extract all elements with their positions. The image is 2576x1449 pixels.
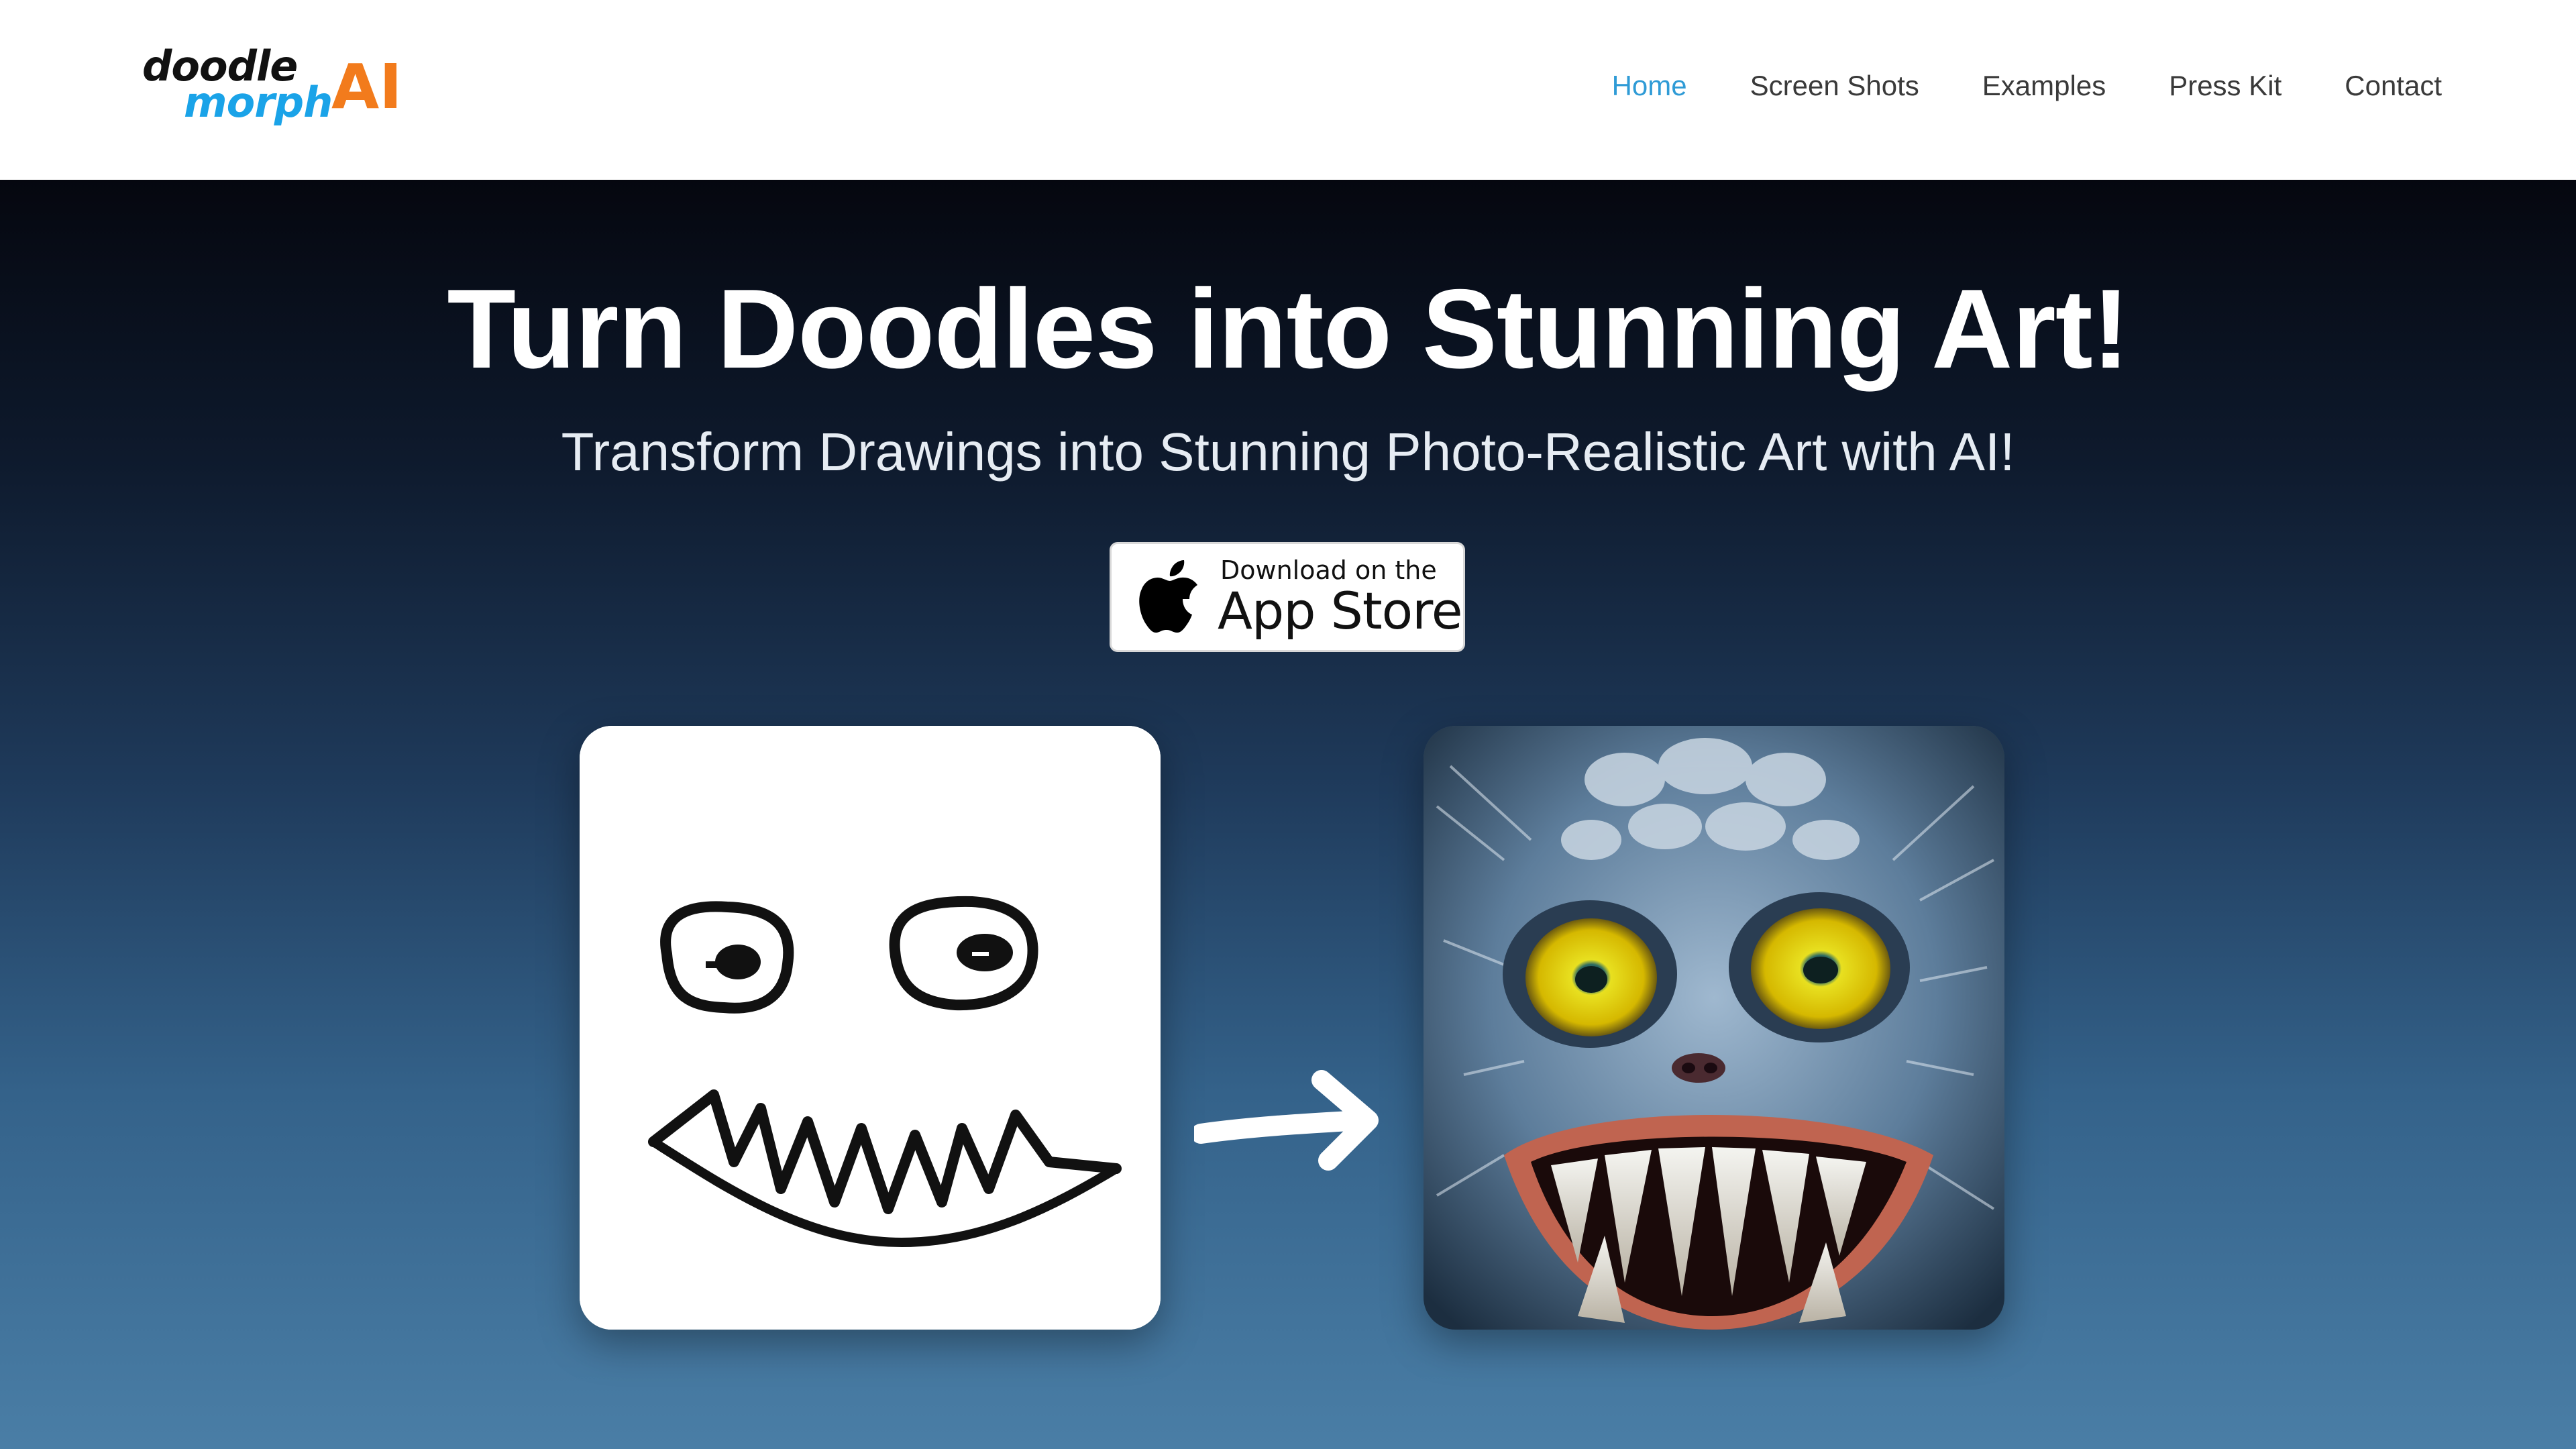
site-header: doodle morph AI Home Screen Shots Exampl…: [0, 0, 2576, 180]
appstore-big-text: App Store: [1218, 581, 1463, 641]
nav-press-kit[interactable]: Press Kit: [2169, 67, 2282, 105]
doodle-drawing-image: [580, 726, 1161, 1330]
nav-examples[interactable]: Examples: [1982, 67, 2106, 105]
hero-title: Turn Doodles into Stunning Art!: [447, 266, 2129, 392]
apple-icon: [1139, 560, 1197, 633]
page: doodle morph AI Home Screen Shots Exampl…: [0, 0, 2576, 1449]
hero-subtitle: Transform Drawings into Stunning Photo-R…: [561, 422, 2015, 482]
nav-screen-shots[interactable]: Screen Shots: [1750, 67, 1919, 105]
doodle-image-card: [580, 726, 1161, 1330]
app-store-button[interactable]: Download on the App Store: [1110, 542, 1465, 652]
doodlemorph-logo[interactable]: doodle morph AI: [142, 46, 402, 146]
monster-art-image-card: [1424, 726, 2004, 1330]
arrow-right-icon: [1194, 1070, 1379, 1171]
nav-contact[interactable]: Contact: [2345, 67, 2442, 105]
logo-word-ai: AI: [331, 51, 402, 123]
logo-word-morph: morph: [184, 78, 333, 127]
nav-home[interactable]: Home: [1612, 67, 1687, 105]
main-nav: Home Screen Shots Examples Press Kit Con…: [1549, 67, 2442, 105]
monster-art-image: [1424, 726, 2004, 1330]
appstore-small-text: Download on the: [1220, 555, 1437, 585]
hero-section: Turn Doodles into Stunning Art! Transfor…: [0, 180, 2576, 1449]
